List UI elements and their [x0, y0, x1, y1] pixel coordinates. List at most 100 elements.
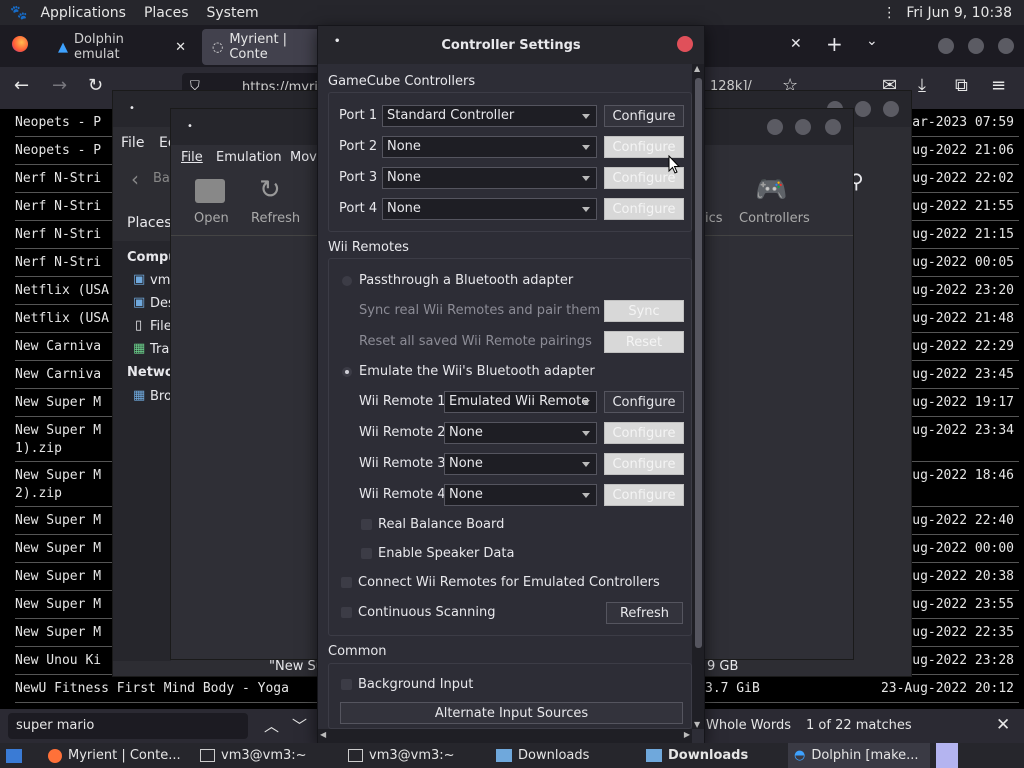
close-dot[interactable] — [998, 38, 1014, 54]
back-icon[interactable]: ← — [14, 75, 29, 96]
window-menu-dot[interactable]: • — [187, 121, 193, 132]
speaker-data-checkbox[interactable] — [361, 548, 372, 559]
applications-menu[interactable]: Applications — [31, 5, 135, 21]
forward-icon[interactable]: → — [52, 75, 67, 96]
tab-myrient[interactable]: ◌ Myrient | Conte — [202, 29, 332, 65]
controllers-button[interactable]: Controllers — [739, 211, 810, 226]
background-input-checkbox[interactable] — [341, 679, 352, 690]
new-tab-icon[interactable]: + — [826, 32, 843, 56]
port4-select[interactable]: None — [382, 198, 597, 220]
scroll-left-icon[interactable]: ◀ — [320, 730, 326, 739]
wii-remote2-select[interactable]: None — [444, 422, 597, 444]
find-previous-icon[interactable]: ︿ — [264, 715, 279, 736]
file-name-link[interactable]: New Carniva — [15, 367, 101, 382]
gnome-foot-icon[interactable]: 🐾 — [0, 5, 31, 21]
port4-configure-button[interactable]: Configure — [604, 198, 684, 220]
show-desktop-button[interactable] — [6, 743, 22, 768]
sidebar-item-trash[interactable]: Tra — [150, 342, 169, 357]
window-menu-dot[interactable]: • — [334, 36, 340, 47]
connect-remotes-checkbox[interactable] — [341, 577, 352, 588]
firefox-icon[interactable] — [12, 36, 28, 52]
emulate-bt-radio[interactable] — [342, 367, 352, 377]
close-dot[interactable] — [825, 119, 841, 135]
scroll-up-icon[interactable]: ▲ — [694, 64, 700, 73]
file-name-link[interactable]: New Super M — [15, 597, 101, 612]
close-button[interactable] — [677, 36, 693, 52]
download-icon[interactable]: ⤓ — [918, 75, 926, 96]
file-name-link-continued[interactable]: 2).zip — [15, 486, 62, 501]
wii-remote1-select[interactable]: Emulated Wii Remote — [444, 391, 597, 413]
wii-remote1-configure-button[interactable]: Configure — [604, 391, 684, 413]
connect-remotes-label[interactable]: Connect Wii Remotes for Emulated Control… — [358, 575, 660, 590]
clock[interactable]: Fri Jun 9, 10:38 — [906, 5, 1012, 21]
whole-words-label[interactable]: Whole Words — [706, 718, 791, 733]
extensions-icon[interactable]: ⧉ — [955, 75, 968, 96]
port2-select[interactable]: None — [382, 136, 597, 158]
taskbar-item-firefox[interactable]: Myrient | Conte... — [48, 743, 181, 768]
taskbar-item-terminal-2[interactable]: vm3@vm3:~ — [348, 743, 455, 768]
list-tabs-icon[interactable]: ⌄ — [866, 33, 878, 49]
port3-select[interactable]: None — [382, 167, 597, 189]
sidebar-item-filesystem[interactable]: File — [150, 319, 172, 334]
file-name-link-continued[interactable]: 1).zip — [15, 441, 62, 456]
file-name-link[interactable]: New Super M — [15, 395, 101, 410]
refresh-icon[interactable]: ↻ — [259, 175, 281, 205]
window-menu-dot[interactable]: • — [129, 103, 135, 114]
vertical-scrollbar[interactable]: ▲ ▼ — [692, 64, 704, 729]
close-tab-icon-2[interactable]: ✕ — [790, 36, 802, 52]
taskbar-item-terminal-1[interactable]: vm3@vm3:~ — [200, 743, 307, 768]
reset-button[interactable]: Reset — [604, 331, 684, 353]
file-name-link[interactable]: New Super M — [15, 625, 101, 640]
close-tab-icon[interactable]: ✕ — [175, 40, 186, 55]
scroll-thumb[interactable] — [695, 78, 702, 648]
open-button[interactable]: Open — [194, 211, 229, 226]
tab-dolphin[interactable]: ▲ Dolphin emulat ✕ — [48, 29, 196, 65]
minimize-dot[interactable] — [938, 38, 954, 54]
file-name-link[interactable]: NewU Fitness First Mind Body - Yoga — [15, 681, 289, 696]
file-name-link[interactable]: Netflix (USA — [15, 311, 109, 326]
file-name-link[interactable]: New Super M — [15, 468, 101, 483]
file-name-link[interactable]: Netflix (USA — [15, 283, 109, 298]
balance-board-label[interactable]: Real Balance Board — [378, 517, 504, 532]
emulate-bt-label[interactable]: Emulate the Wii's Bluetooth adapter — [359, 364, 595, 379]
file-name-link[interactable]: Neopets - P — [15, 143, 101, 158]
places-label[interactable]: Places — [127, 215, 172, 231]
places-menu[interactable]: Places — [135, 5, 198, 21]
wii-remote4-configure-button[interactable]: Configure — [604, 484, 684, 506]
wii-remote3-select[interactable]: None — [444, 453, 597, 475]
alternate-input-sources-button[interactable]: Alternate Input Sources — [340, 702, 683, 724]
wii-remote2-configure-button[interactable]: Configure — [604, 422, 684, 444]
file-name-link[interactable]: Neopets - P — [15, 115, 101, 130]
refresh-button[interactable]: Refresh — [606, 602, 683, 624]
workspace-switcher[interactable] — [936, 743, 958, 768]
passthrough-label[interactable]: Passthrough a Bluetooth adapter — [359, 273, 573, 288]
close-find-icon[interactable]: ✕ — [996, 715, 1010, 735]
horizontal-scrollbar[interactable]: ◀ ▶ — [318, 729, 692, 743]
file-menu[interactable]: File — [121, 135, 144, 151]
maximize-dot[interactable] — [795, 119, 811, 135]
taskbar-item-downloads-1[interactable]: Downloads — [496, 743, 589, 768]
file-name-link[interactable]: New Super M — [15, 569, 101, 584]
file-name-link[interactable]: Nerf N-Stri — [15, 171, 101, 186]
minimize-dot[interactable] — [767, 119, 783, 135]
continuous-scanning-label[interactable]: Continuous Scanning — [358, 605, 496, 620]
file-name-link[interactable]: New Super M — [15, 423, 101, 438]
wii-remote3-configure-button[interactable]: Configure — [604, 453, 684, 475]
port1-select[interactable]: Standard Controller — [382, 105, 597, 127]
find-next-icon[interactable]: ﹀ — [292, 715, 307, 736]
maximize-dot[interactable] — [968, 38, 984, 54]
open-icon[interactable] — [195, 179, 225, 203]
wii-remote4-select[interactable]: None — [444, 484, 597, 506]
passthrough-radio[interactable] — [342, 276, 352, 286]
continuous-scanning-checkbox[interactable] — [341, 607, 352, 618]
kebab-menu-icon[interactable]: ⋮ — [882, 5, 896, 21]
scroll-right-icon[interactable]: ▶ — [684, 730, 690, 739]
background-input-label[interactable]: Background Input — [358, 677, 473, 692]
file-name-link[interactable]: New Super M — [15, 541, 101, 556]
taskbar-item-dolphin[interactable]: ◓ Dolphin [make... — [788, 743, 930, 768]
balance-board-checkbox[interactable] — [361, 519, 372, 530]
file-menu[interactable]: File — [181, 150, 203, 165]
file-name-link[interactable]: Nerf N-Stri — [15, 199, 101, 214]
taskbar-item-downloads-2[interactable]: Downloads — [646, 743, 748, 768]
emulation-menu[interactable]: Emulation — [216, 150, 282, 165]
